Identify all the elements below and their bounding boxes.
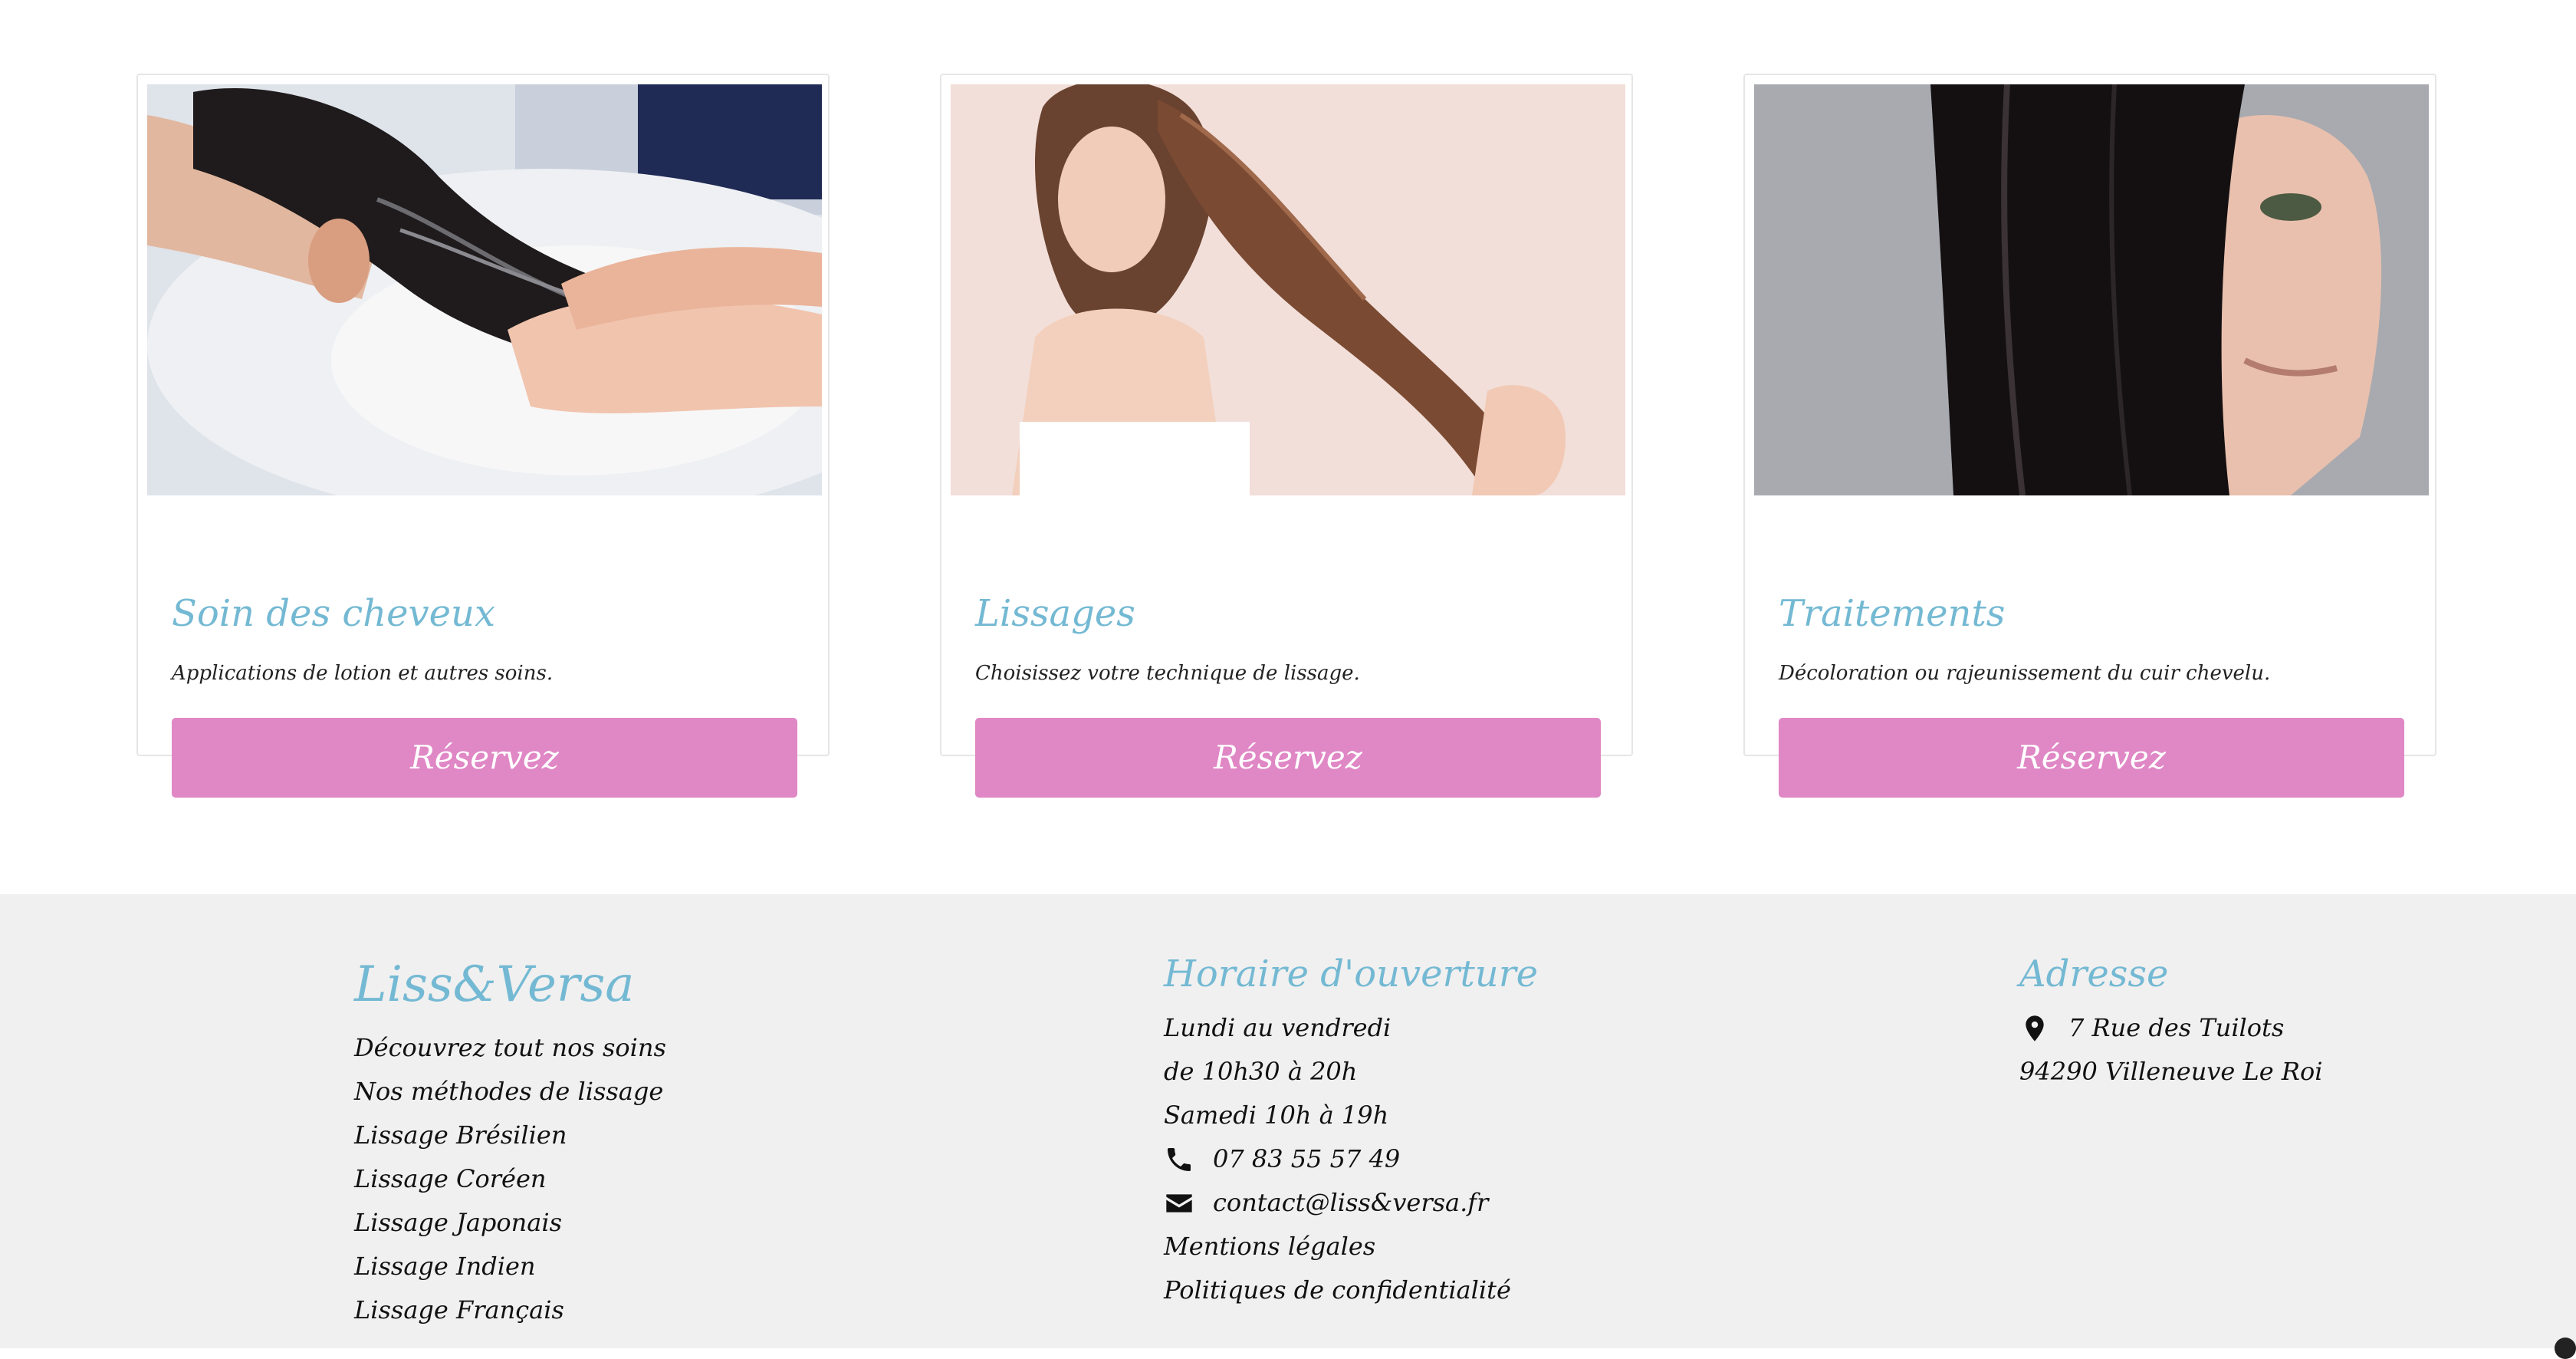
site-footer: Liss&Versa Découvrez tout nos soins Nos … [0,894,2576,1348]
footer-link[interactable]: Nos méthodes de lissage [354,1070,666,1114]
footer-address: Adresse 7 Rue des Tuilots 94290 Villeneu… [2019,951,2322,1094]
service-description: Décoloration ou rajeunissement du cuir c… [1779,662,2271,685]
service-card-lissages: Lissages Choisissez votre technique de l… [940,74,1633,798]
map-marker-icon [2019,1013,2050,1044]
address-street-line: 7 Rue des Tuilots [2019,1006,2322,1050]
hours-line: Samedi 10h à 19h [1164,1101,1389,1130]
service-title: Lissages [975,592,1135,635]
hours-line: Lundi au vendredi [1164,1013,1392,1042]
footer-link[interactable]: Lissage Français [354,1288,666,1332]
service-description: Applications de lotion et autres soins. [172,662,554,685]
footer-link[interactable]: Lissage Brésilien [354,1114,666,1157]
footer-link[interactable]: Lissage Indien [354,1245,666,1288]
legal-link[interactable]: Mentions légales [1164,1225,1538,1269]
footer-hours: Horaire d'ouverture Lundi au vendredi de… [1164,951,1538,1312]
email-link[interactable]: contact@liss&versa.fr [1164,1181,1538,1225]
reserve-button[interactable]: Réservez [975,718,1601,798]
footer-link[interactable]: Lissage Coréen [354,1157,666,1201]
hours-title: Horaire d'ouverture [1164,953,1539,995]
service-title: Traitements [1779,592,2006,635]
service-card-traitements: Traitements Décoloration ou rajeunisseme… [1743,74,2436,798]
scroll-indicator[interactable] [2555,1338,2576,1359]
footer-link[interactable]: Découvrez tout nos soins [354,1026,666,1070]
sleek-dark-hair-photo [1754,84,2429,495]
reserve-button[interactable]: Réservez [172,718,797,798]
phone-icon [1164,1144,1194,1175]
phone-number: 07 83 55 57 49 [1213,1144,1401,1173]
long-straight-hair-photo [951,84,1625,495]
reserve-button[interactable]: Réservez [1779,718,2404,798]
email-address: contact@liss&versa.fr [1213,1188,1489,1217]
footer-links: Découvrez tout nos soins Nos méthodes de… [354,1026,666,1332]
address-title: Adresse [2019,953,2169,995]
footer-link[interactable]: Lissage Japonais [354,1201,666,1245]
service-description: Choisissez votre technique de lissage. [975,662,1360,685]
phone-link[interactable]: 07 83 55 57 49 [1164,1137,1538,1181]
service-title: Soin des cheveux [172,592,496,635]
hours-line: de 10h30 à 20h [1164,1057,1358,1086]
footer-brand[interactable]: Liss&Versa [354,954,634,1015]
hair-washing-photo [147,84,822,495]
envelope-icon [1164,1188,1194,1219]
address-city: 94290 Villeneuve Le Roi [2019,1057,2323,1086]
address-street: 7 Rue des Tuilots [2068,1013,2285,1042]
privacy-link[interactable]: Politiques de confidentialité [1164,1269,1538,1312]
service-card-soin: Soin des cheveux Applications de lotion … [136,74,830,798]
